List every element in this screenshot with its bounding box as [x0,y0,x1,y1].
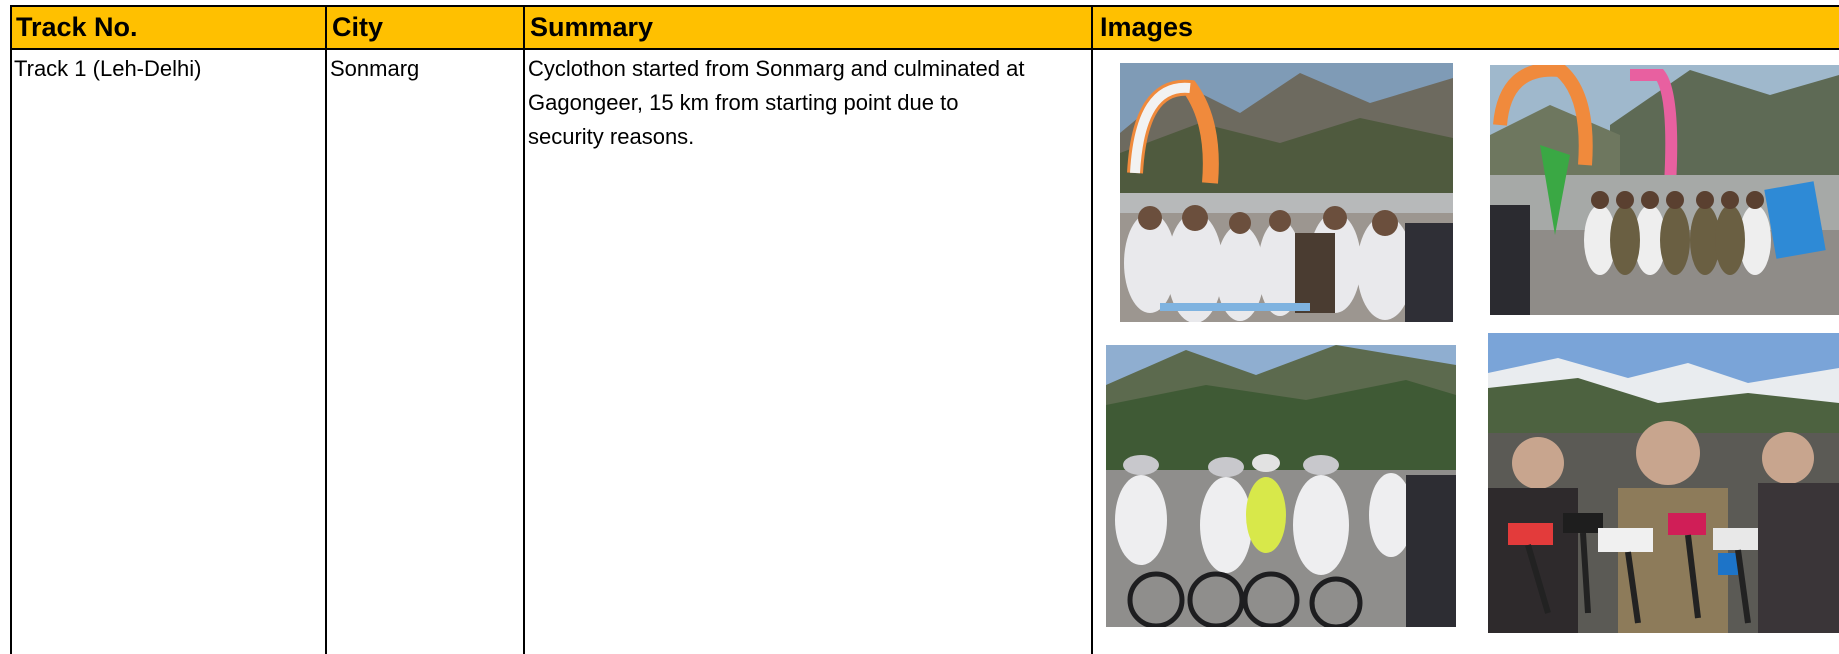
photo-4-image [1488,333,1839,633]
cell-city[interactable]: Sonmarg [330,52,419,86]
summary-line: security reasons. [528,124,695,149]
summary-line: Gagongeer, 15 km from starting point due… [528,90,959,115]
grid-line-left [10,5,12,654]
grid-line-col3 [1091,5,1093,654]
header-summary[interactable]: Summary [526,7,1092,48]
cell-track-no[interactable]: Track 1 (Leh-Delhi) [14,52,201,86]
table-header-row: Track No. City Summary Images [10,5,1839,50]
cell-summary[interactable]: Cyclothon started from Sonmarg and culmi… [528,52,1088,154]
header-city[interactable]: City [328,7,522,48]
event-photo-2[interactable] [1490,65,1839,315]
spreadsheet-sheet: Track No. City Summary Images Track 1 (L… [0,0,1839,654]
summary-line: Cyclothon started from Sonmarg and culmi… [528,56,1025,81]
photo-2-image [1490,65,1839,315]
grid-line-col1 [325,5,327,654]
event-photo-1[interactable] [1120,63,1453,322]
event-photo-3[interactable] [1106,345,1456,627]
photo-1-image [1120,63,1453,322]
grid-line-col2 [523,5,525,654]
event-photo-4[interactable] [1488,333,1839,633]
header-track-no[interactable]: Track No. [12,7,324,48]
header-images[interactable]: Images [1096,7,1836,48]
photo-3-image [1106,345,1456,627]
